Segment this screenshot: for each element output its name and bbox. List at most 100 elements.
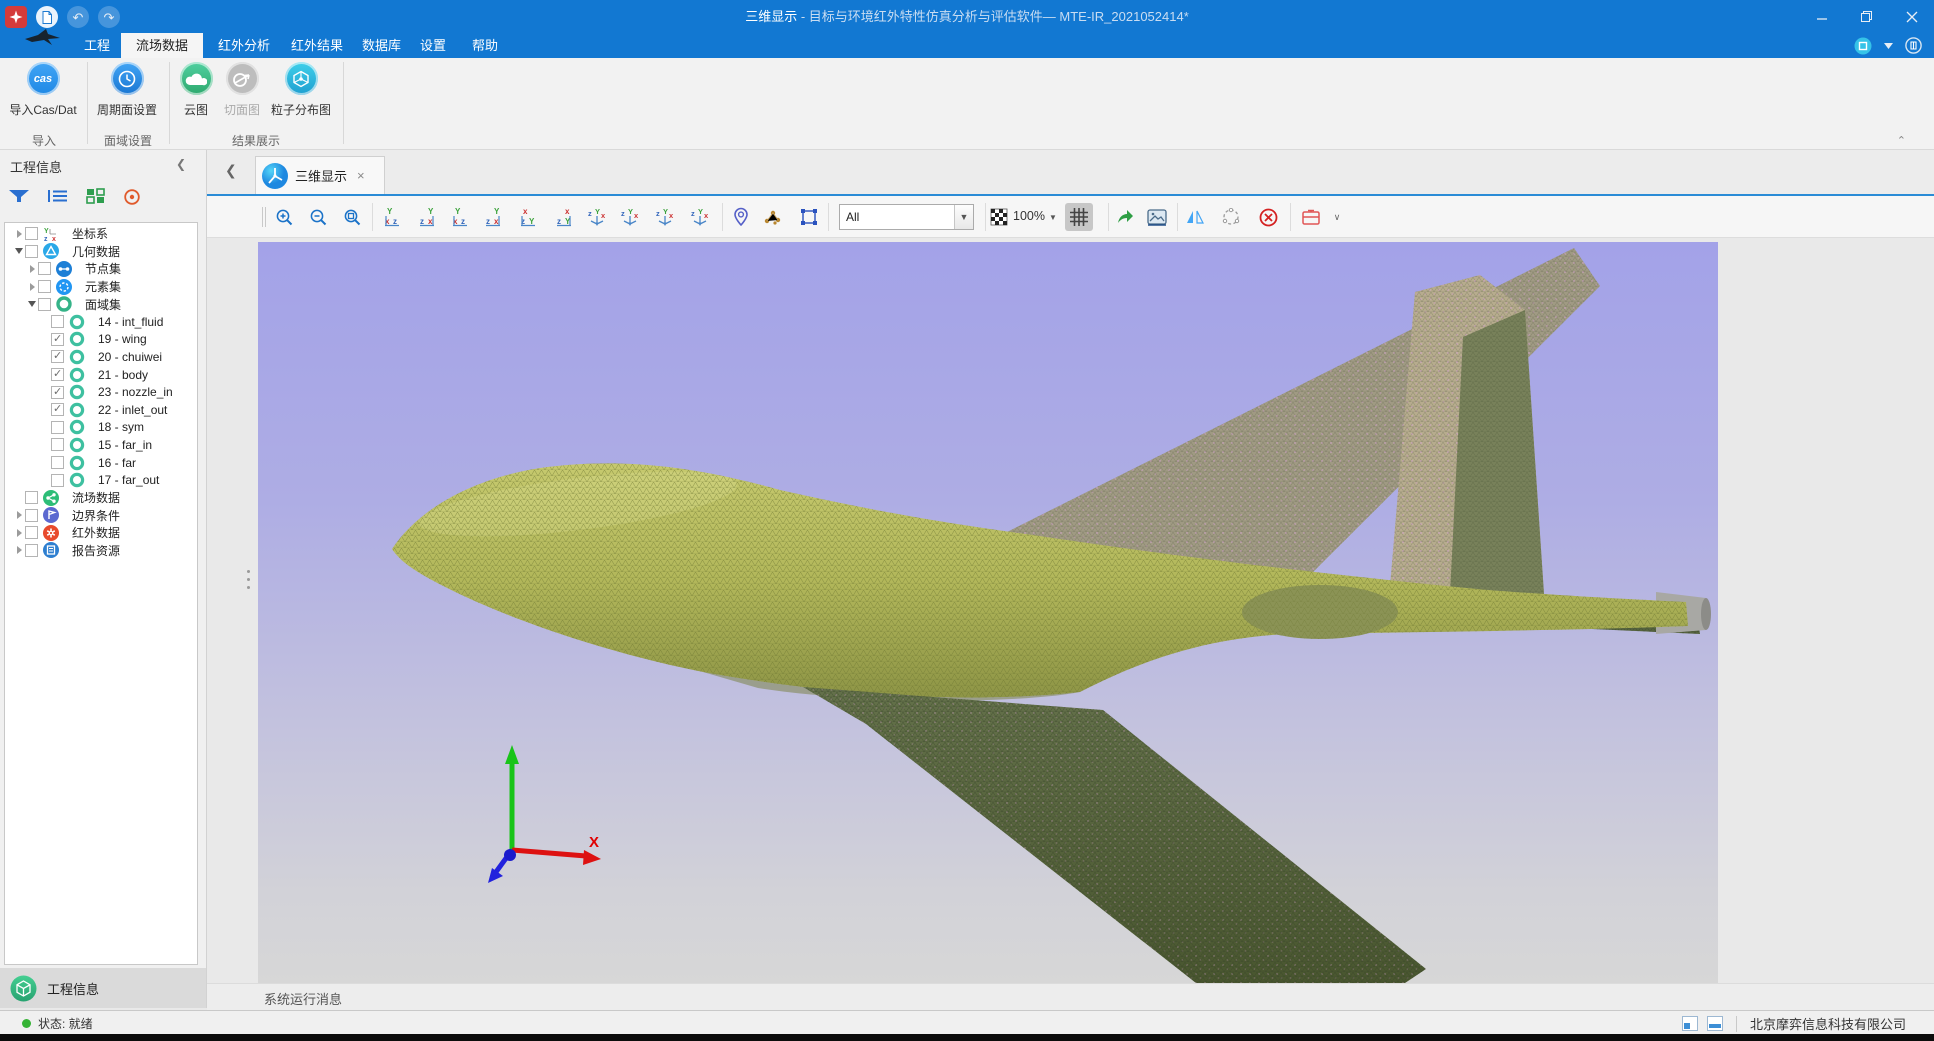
tree-checkbox[interactable]	[25, 526, 38, 539]
tree-checkbox[interactable]	[51, 333, 64, 346]
tree-row[interactable]: 19 - wing	[5, 331, 197, 349]
tree-row[interactable]: 流场数据	[5, 489, 197, 507]
tree-row[interactable]: 几何数据	[5, 243, 197, 261]
ribbon-button-2[interactable]: 周期面设置	[84, 62, 170, 118]
view-iso-3-button[interactable]: zYx	[651, 203, 679, 231]
zoom-fit-button[interactable]	[338, 203, 366, 231]
minimize-button[interactable]	[1799, 0, 1844, 33]
help-ring-icon[interactable]	[1905, 37, 1922, 54]
export-arrow-button[interactable]	[1111, 203, 1139, 231]
tree-expander-icon[interactable]	[26, 283, 38, 291]
tree-checkbox[interactable]	[25, 227, 38, 240]
tab-3d-display[interactable]: 三维显示 ×	[255, 156, 385, 194]
particle-trace-button[interactable]	[759, 203, 787, 231]
rect-select-button[interactable]	[795, 203, 823, 231]
grid-view-icon[interactable]	[86, 188, 106, 206]
tree-row[interactable]: 20 - chuiwei	[5, 348, 197, 366]
screen-record-icon[interactable]	[1854, 37, 1872, 55]
view-zy-2-button[interactable]: zYx	[550, 203, 578, 231]
tree-expander-icon[interactable]	[13, 511, 25, 519]
tree-expander-icon[interactable]	[26, 265, 38, 273]
tree-row[interactable]: 边界条件	[5, 507, 197, 525]
tree-checkbox[interactable]	[51, 368, 64, 381]
tree-checkbox[interactable]	[38, 280, 51, 293]
clip-box-button[interactable]	[1297, 203, 1325, 231]
ribbon-collapse-icon[interactable]: ⌃	[1897, 134, 1906, 147]
tab-scroll-left-icon[interactable]: ❮	[225, 162, 237, 179]
tree-row[interactable]: 红外数据	[5, 524, 197, 542]
menu-item-6[interactable]: 设置	[410, 33, 456, 58]
tree-checkbox[interactable]	[51, 438, 64, 451]
tree-expander-icon[interactable]	[13, 248, 25, 254]
tree-expander-icon[interactable]	[26, 301, 38, 307]
tree-checkbox[interactable]	[51, 350, 64, 363]
tree-checkbox[interactable]	[51, 456, 64, 469]
tree-row[interactable]: 18 - sym	[5, 419, 197, 437]
tree-row[interactable]: 元素集	[5, 278, 197, 296]
tree-row[interactable]: 22 - inlet_out	[5, 401, 197, 419]
menu-item-5[interactable]: 数据库	[352, 33, 411, 58]
checkerboard-button[interactable]	[985, 203, 1013, 231]
tree-checkbox[interactable]	[25, 544, 38, 557]
zoom-level-dropdown[interactable]: 100%▼	[1013, 209, 1057, 223]
mirror-button[interactable]	[1181, 203, 1209, 231]
tree-expander-icon[interactable]	[13, 529, 25, 537]
clip-box-caret-icon[interactable]: ∨	[1329, 203, 1345, 231]
tree-row[interactable]: 17 - far_out	[5, 471, 197, 489]
menu-item-4[interactable]: 红外结果	[281, 33, 353, 58]
tree-checkbox[interactable]	[25, 509, 38, 522]
dropdown-caret-icon[interactable]	[1884, 43, 1893, 49]
maximize-button[interactable]	[1844, 0, 1889, 33]
menu-item-7[interactable]: 帮助	[462, 33, 508, 58]
lasso-select-button[interactable]	[1217, 203, 1245, 231]
list-view-icon[interactable]	[47, 188, 69, 206]
probe-pin-button[interactable]	[727, 203, 755, 231]
menu-item-2[interactable]: 流场数据	[121, 33, 203, 58]
tree-row[interactable]: 21 - body	[5, 366, 197, 384]
view-xz-2-button[interactable]: xzY	[446, 203, 474, 231]
tree-expander-icon[interactable]	[13, 546, 25, 554]
display-filter-combo[interactable]: All▼	[839, 204, 974, 230]
view-zx-button[interactable]: zxY	[413, 203, 441, 231]
tree-row[interactable]: Yzx坐标系	[5, 225, 197, 243]
window-split-2-icon[interactable]	[1707, 1016, 1723, 1031]
tree-checkbox[interactable]	[38, 262, 51, 275]
panel-bottom-tab[interactable]: 工程信息	[0, 968, 206, 1008]
tree-row[interactable]: 节点集	[5, 260, 197, 278]
ribbon-button-1[interactable]: cas导入Cas/Dat	[0, 62, 87, 118]
locate-target-icon[interactable]	[123, 188, 141, 206]
window-split-1-icon[interactable]	[1682, 1016, 1698, 1031]
tree-checkbox[interactable]	[38, 298, 51, 311]
delete-selection-button[interactable]	[1254, 203, 1282, 231]
tree-expander-icon[interactable]	[13, 230, 25, 238]
filter-icon[interactable]	[8, 188, 30, 206]
tree-row[interactable]: 面域集	[5, 295, 197, 313]
tree-checkbox[interactable]	[51, 315, 64, 328]
ribbon-button-5[interactable]: 粒子分布图	[255, 62, 347, 118]
grid-toggle-button[interactable]	[1065, 203, 1093, 231]
snapshot-button[interactable]	[1143, 203, 1171, 231]
view-iso-2-button[interactable]: zYx	[616, 203, 644, 231]
tree-checkbox[interactable]	[25, 245, 38, 258]
view-zx-2-button[interactable]: zxY	[479, 203, 507, 231]
tree-checkbox[interactable]	[51, 421, 64, 434]
tree-checkbox[interactable]	[51, 474, 64, 487]
view-zy-button[interactable]: zYx	[514, 203, 542, 231]
splitter-handle[interactable]	[247, 570, 250, 589]
tab-close-icon[interactable]: ×	[357, 168, 365, 183]
zoom-out-button[interactable]	[304, 203, 332, 231]
panel-collapse-icon[interactable]: ❮	[176, 157, 186, 171]
tree-row[interactable]: 15 - far_in	[5, 436, 197, 454]
tree-row[interactable]: 23 - nozzle_in	[5, 383, 197, 401]
view-iso-4-button[interactable]: zYx	[686, 203, 714, 231]
menu-item-1[interactable]: 工程	[74, 33, 120, 58]
view-xz-button[interactable]: xzY	[378, 203, 406, 231]
tree-row[interactable]: 14 - int_fluid	[5, 313, 197, 331]
viewport-3d[interactable]: X	[258, 242, 1718, 983]
close-button[interactable]	[1889, 0, 1934, 33]
tree-checkbox[interactable]	[51, 403, 64, 416]
tree-checkbox[interactable]	[51, 386, 64, 399]
menu-item-3[interactable]: 红外分析	[208, 33, 280, 58]
tree-row[interactable]: 16 - far	[5, 454, 197, 472]
tree-checkbox[interactable]	[25, 491, 38, 504]
